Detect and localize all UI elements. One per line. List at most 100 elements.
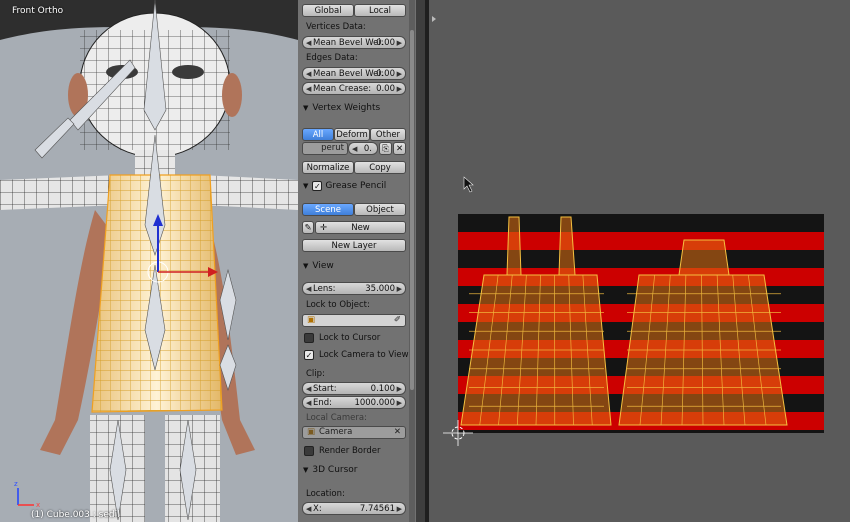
vertex-group-name[interactable]: perut [302,142,348,155]
weights-all-tab[interactable]: All [302,128,334,141]
lens-name: Lens: [313,284,336,294]
vertex-bevel-weight-value: 0.00 [376,38,395,48]
edge-bevel-weight-field[interactable]: ◀ Mean Bevel Wei: 0.00 ▶ [302,67,406,80]
increment-arrow-icon[interactable]: ▶ [397,68,402,81]
gp-new-button[interactable]: ✛ New [315,221,406,234]
properties-panel: Global Local Vertices Data: ◀ Mean Bevel… [298,0,416,522]
3d-cursor-title: 3D Cursor [312,465,358,475]
view-header[interactable]: ▼ View [298,261,408,277]
weights-deform-tab[interactable]: Deform [334,128,370,141]
decrement-arrow-icon[interactable]: ◀ [306,68,311,81]
clip-label: Clip: [306,369,325,379]
decrement-arrow-icon[interactable]: ◀ [352,143,357,156]
decrement-arrow-icon[interactable]: ◀ [306,397,311,410]
vertex-bevel-weight-name: Mean Bevel Wei: [313,38,384,48]
normalize-button[interactable]: Normalize [302,161,354,174]
cursor-x-name: X: [313,504,322,514]
decrement-arrow-icon[interactable]: ◀ [306,83,311,96]
gp-new-label: New [351,223,370,233]
panel-scrollbar[interactable] [409,0,415,522]
blender-window: z x Front Ortho (1) Cube.003 : sedil Glo… [0,0,850,522]
object-cube-icon: ▣ [307,315,316,325]
clip-start-name: Start: [313,384,337,394]
lock-camera-checkbox[interactable]: ✓ [304,350,314,360]
mean-crease-value: 0.00 [376,84,395,94]
lock-to-cursor-checkbox[interactable] [304,333,314,343]
vertices-data-label: Vertices Data: [306,22,366,32]
local-camera-label: Local Camera: [306,413,367,423]
render-border-checkbox[interactable] [304,446,314,456]
increment-arrow-icon[interactable]: ▶ [397,503,402,516]
camera-name: Camera [319,427,353,437]
region-divider[interactable] [416,0,425,522]
mean-crease-name: Mean Crease: [313,84,372,94]
decrement-arrow-icon[interactable]: ◀ [306,383,311,396]
lock-object-field[interactable]: ▣ ✐ [302,314,406,327]
mean-crease-field[interactable]: ◀ Mean Crease: 0.00 ▶ [302,82,406,95]
vertex-weights-header[interactable]: ▼ Vertex Weights [298,103,408,119]
expand-triangle-icon: ▼ [303,104,309,112]
gp-object-tab[interactable]: Object [354,203,406,216]
vertex-group-weight-field[interactable]: ◀ 0. [348,142,378,155]
active-object-label: (1) Cube.003 : sedil [31,510,120,520]
cursor-x-value: 7.74561 [359,504,395,514]
decrement-arrow-icon[interactable]: ◀ [306,503,311,516]
cursor-x-field[interactable]: ◀ X: 7.74561 ▶ [302,502,406,515]
eyedropper-icon[interactable]: ✐ [394,315,401,325]
lens-value: 35.000 [365,284,395,294]
decrement-arrow-icon[interactable]: ◀ [306,283,311,296]
expand-triangle-icon: ▼ [303,262,309,270]
vertex-bevel-weight-field[interactable]: ◀ Mean Bevel Wei: 0.00 ▶ [302,36,406,49]
paste-weight-icon[interactable]: ⎘ [379,142,392,155]
scrollbar-thumb[interactable] [410,30,414,390]
uv-canvas [432,16,824,446]
expand-triangle-icon: ▼ [303,466,309,474]
view-title: View [312,261,334,271]
camera-icon: ▣ [307,427,316,437]
clip-end-name: End: [313,398,333,408]
vertex-weights-title: Vertex Weights [312,103,381,113]
increment-arrow-icon[interactable]: ▶ [397,37,402,50]
clear-camera-icon[interactable]: ✕ [394,427,401,438]
lock-camera-label: Lock Camera to View [319,350,409,360]
3d-viewport[interactable]: z x Front Ortho (1) Cube.003 : sedil [0,0,298,522]
local-camera-field[interactable]: ▣ Camera ✕ [302,426,406,439]
remove-weight-icon[interactable]: ✕ [393,142,406,155]
svg-text:z: z [14,480,18,488]
plus-icon: ✛ [320,223,328,233]
vertex-group-weight-value: 0. [363,144,372,154]
clip-end-field[interactable]: ◀ End: 1000.000 ▶ [302,396,406,409]
clip-end-value: 1000.000 [354,398,395,408]
viewport-scene: z x [0,0,298,522]
increment-arrow-icon[interactable]: ▶ [397,397,402,410]
clip-start-field[interactable]: ◀ Start: 0.100 ▶ [302,382,406,395]
gp-scene-tab[interactable]: Scene [302,203,354,216]
grease-pencil-checkbox[interactable]: ✓ [312,181,323,191]
expand-triangle-icon: ▼ [303,182,309,190]
grease-pencil-title: Grease Pencil [325,181,387,191]
increment-arrow-icon[interactable]: ▶ [397,383,402,396]
copy-button[interactable]: Copy [354,161,406,174]
global-tab[interactable]: Global [302,4,354,17]
weights-other-tab[interactable]: Other [370,128,406,141]
new-layer-button[interactable]: New Layer [302,239,406,252]
decrement-arrow-icon[interactable]: ◀ [306,37,311,50]
pencil-icon[interactable]: ✎ [302,221,314,234]
edge-bevel-weight-value: 0.00 [376,69,395,79]
grease-pencil-header[interactable]: ▼ ✓ Grease Pencil [298,181,408,197]
increment-arrow-icon[interactable]: ▶ [397,83,402,96]
edge-bevel-weight-name: Mean Bevel Wei: [313,69,384,79]
svg-text:x: x [36,501,40,509]
render-border-label: Render Border [319,446,381,456]
lock-to-object-label: Lock to Object: [306,300,370,310]
local-tab[interactable]: Local [354,4,406,17]
edges-data-label: Edges Data: [306,53,358,63]
lock-to-cursor-label: Lock to Cursor [319,333,381,343]
location-label: Location: [306,489,345,499]
view-mode-label: Front Ortho [12,6,64,16]
uv-image-editor[interactable] [429,0,850,522]
3d-cursor-header[interactable]: ▼ 3D Cursor [298,465,408,481]
clip-start-value: 0.100 [370,384,395,394]
increment-arrow-icon[interactable]: ▶ [397,283,402,296]
lens-field[interactable]: ◀ Lens: 35.000 ▶ [302,282,406,295]
